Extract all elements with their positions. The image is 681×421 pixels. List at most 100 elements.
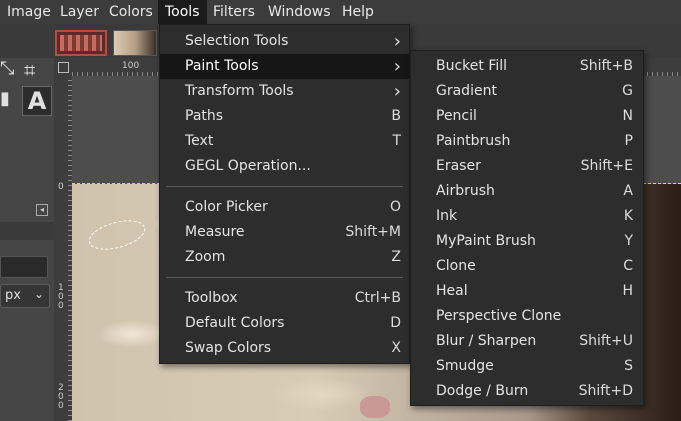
menu-item-default-colors[interactable]: Default Colors D xyxy=(160,311,409,336)
menu-item-shortcut: G xyxy=(622,83,633,99)
menu-item-selection-tools[interactable]: Selection Tools › xyxy=(160,29,409,54)
menu-item-shortcut: A xyxy=(623,183,633,199)
unit-select[interactable]: px ⌄ xyxy=(0,284,50,308)
menu-item-label: Zoom xyxy=(185,249,226,265)
menu-item-label: Paint Tools xyxy=(185,58,259,74)
transform-tool-icon[interactable]: ⌗ xyxy=(24,58,35,82)
menu-filters[interactable]: Filters xyxy=(213,0,255,24)
menu-item-label: Perspective Clone xyxy=(436,308,562,324)
menu-item-airbrush[interactable]: Airbrush A xyxy=(411,179,643,204)
menu-item-paths[interactable]: Paths B xyxy=(160,104,409,129)
menu-item-shortcut: P xyxy=(624,133,633,149)
paint-tools-submenu: Bucket Fill Shift+B Gradient G Pencil N Paintb… xyxy=(410,50,644,406)
menu-item-label: GEGL Operation... xyxy=(185,158,311,174)
tool-option-field[interactable] xyxy=(0,256,48,278)
menu-item-label: Pencil xyxy=(436,108,477,124)
menu-image[interactable]: Image xyxy=(7,0,51,24)
menu-item-bucket-fill[interactable]: Bucket Fill Shift+B xyxy=(411,54,643,79)
menu-item-label: Airbrush xyxy=(436,183,495,199)
menu-item-transform-tools[interactable]: Transform Tools › xyxy=(160,79,409,104)
menu-item-perspective-clone[interactable]: Perspective Clone xyxy=(411,304,643,329)
menu-item-gegl-operation[interactable]: GEGL Operation... xyxy=(160,154,409,179)
menu-item-shortcut: Shift+D xyxy=(578,383,633,399)
menu-item-label: Transform Tools xyxy=(185,83,294,99)
menu-item-label: Measure xyxy=(185,224,245,240)
menu-item-paintbrush[interactable]: Paintbrush P xyxy=(411,129,643,154)
menu-item-label: Color Picker xyxy=(185,199,268,215)
menu-item-label: Heal xyxy=(436,283,468,299)
menu-item-label: Swap Colors xyxy=(185,340,272,356)
menu-item-ink[interactable]: Ink K xyxy=(411,204,643,229)
menu-item-shortcut: S xyxy=(624,358,633,374)
menu-item-shortcut: D xyxy=(390,315,401,331)
vruler-label-100: 100 xyxy=(58,283,64,311)
menu-item-shortcut: T xyxy=(392,133,401,149)
menu-item-eraser[interactable]: Eraser Shift+E xyxy=(411,154,643,179)
menu-item-shortcut: Shift+E xyxy=(580,158,633,174)
menu-item-label: MyPaint Brush xyxy=(436,233,536,249)
unit-select-value: px xyxy=(5,288,21,303)
menu-item-label: Dodge / Burn xyxy=(436,383,529,399)
text-tool-icon[interactable]: A xyxy=(22,86,52,116)
menu-windows[interactable]: Windows xyxy=(268,0,331,24)
menu-separator xyxy=(166,186,403,187)
menu-item-label: Blur / Sharpen xyxy=(436,333,537,349)
vruler-label-200: 200 xyxy=(58,383,64,411)
menu-item-shortcut: Ctrl+B xyxy=(354,290,401,306)
menu-item-paint-tools[interactable]: Paint Tools › xyxy=(160,54,409,79)
chevron-down-icon: ⌄ xyxy=(33,287,44,301)
menu-item-text[interactable]: Text T xyxy=(160,129,409,154)
menu-item-color-picker[interactable]: Color Picker O xyxy=(160,195,409,220)
vertical-ruler[interactable] xyxy=(54,76,72,421)
menu-item-measure[interactable]: Measure Shift+M xyxy=(160,220,409,245)
menu-item-pencil[interactable]: Pencil N xyxy=(411,104,643,129)
ruler-corner-button[interactable] xyxy=(54,58,72,76)
menu-item-label: Gradient xyxy=(436,83,497,99)
menu-item-label: Bucket Fill xyxy=(436,58,508,74)
menu-item-smudge[interactable]: Smudge S xyxy=(411,354,643,379)
menu-item-shortcut: N xyxy=(622,108,633,124)
warp-tool-icon[interactable]: ⤡ xyxy=(0,58,14,79)
menu-item-heal[interactable]: Heal H xyxy=(411,279,643,304)
menu-item-toolbox[interactable]: Toolbox Ctrl+B xyxy=(160,286,409,311)
menu-item-shortcut: Y xyxy=(624,233,633,249)
dock-menu-icon[interactable]: ◂ xyxy=(36,204,48,216)
menu-item-shortcut: O xyxy=(389,199,401,215)
menu-item-label: Clone xyxy=(436,258,476,274)
menu-help[interactable]: Help xyxy=(342,0,374,24)
menu-separator xyxy=(166,277,403,278)
menu-tools[interactable]: Tools xyxy=(158,0,207,24)
menu-item-clone[interactable]: Clone C xyxy=(411,254,643,279)
menu-item-zoom[interactable]: Zoom Z xyxy=(160,245,409,270)
menu-item-label: Paths xyxy=(185,108,224,124)
menu-item-shortcut: Shift+M xyxy=(345,224,401,240)
image-detail xyxy=(360,396,390,418)
chevron-right-icon: › xyxy=(393,56,401,77)
menu-item-shortcut: Z xyxy=(391,249,401,265)
menu-item-shortcut: H xyxy=(622,283,633,299)
menu-item-swap-colors[interactable]: Swap Colors X xyxy=(160,336,409,361)
chevron-right-icon: › xyxy=(393,31,401,52)
ruler-label-100: 100 xyxy=(122,61,140,71)
menu-item-label: Ink xyxy=(436,208,458,224)
image-tab-thumbnail[interactable] xyxy=(113,30,157,56)
menu-item-shortcut: Shift+B xyxy=(579,58,633,74)
menu-item-label: Selection Tools xyxy=(185,33,289,49)
image-tab-thumbnail-active[interactable] xyxy=(55,30,107,56)
tool-options-bar xyxy=(0,222,54,240)
menu-item-shortcut: B xyxy=(391,108,401,124)
menu-layer[interactable]: Layer xyxy=(60,0,99,24)
menu-item-mypaint-brush[interactable]: MyPaint Brush Y xyxy=(411,229,643,254)
menubar: Image Layer Colors Tools Filters Windows… xyxy=(0,0,681,24)
menu-colors[interactable]: Colors xyxy=(109,0,153,24)
chevron-right-icon: › xyxy=(393,81,401,102)
vruler-label-0: 0 xyxy=(58,182,64,192)
menu-item-shortcut: C xyxy=(623,258,633,274)
menu-item-label: Smudge xyxy=(436,358,494,374)
paint-tool-icon[interactable]: ▮ xyxy=(0,88,10,109)
menu-item-dodge-burn[interactable]: Dodge / Burn Shift+D xyxy=(411,379,643,404)
menu-item-gradient[interactable]: Gradient G xyxy=(411,79,643,104)
menu-item-shortcut: X xyxy=(391,340,401,356)
menu-item-blur-sharpen[interactable]: Blur / Sharpen Shift+U xyxy=(411,329,643,354)
menu-item-label: Eraser xyxy=(436,158,481,174)
